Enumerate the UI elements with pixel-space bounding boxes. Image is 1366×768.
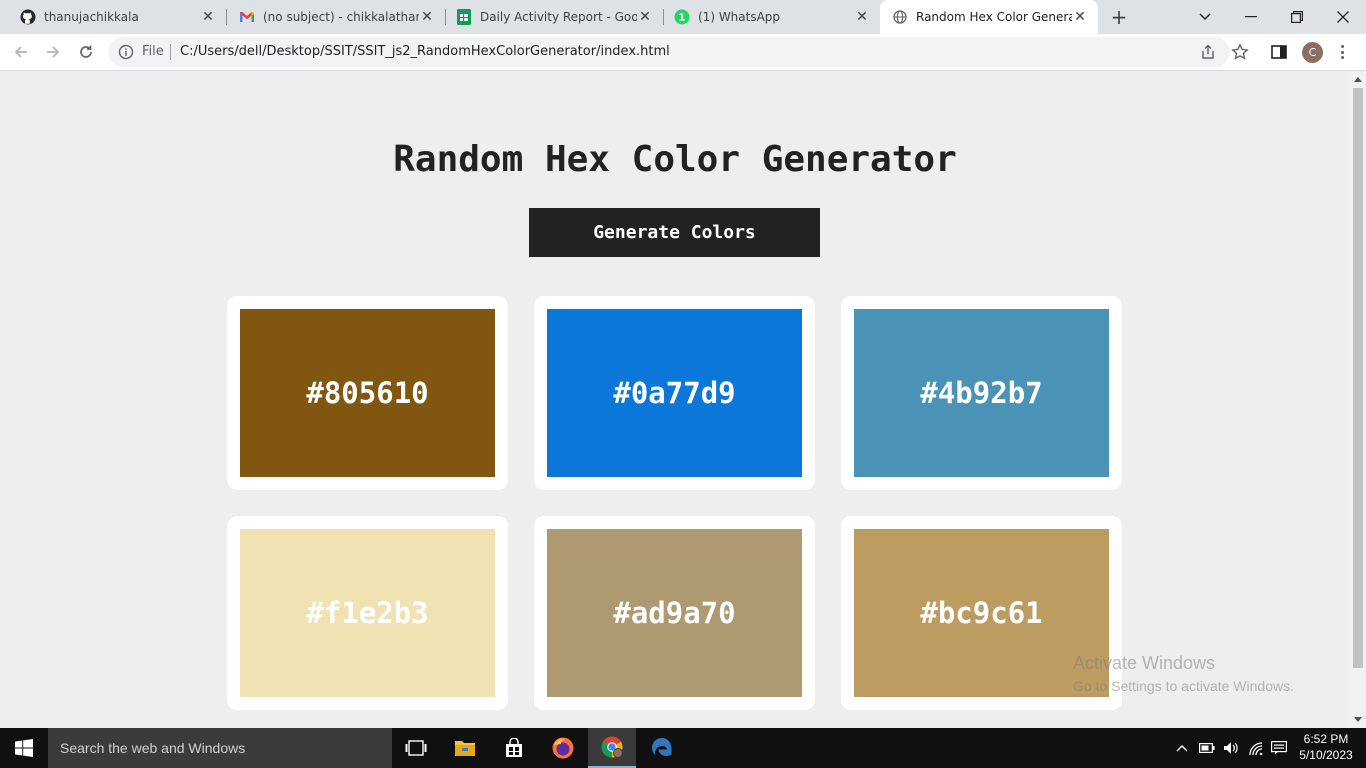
color-card: #0a77d9 <box>534 296 815 490</box>
forward-button[interactable] <box>39 38 67 66</box>
tab-title: Random Hex Color Generator <box>916 10 1072 24</box>
tab-close-icon[interactable]: ✕ <box>637 9 653 25</box>
tab-github[interactable]: thanujachikkala ✕ <box>0 0 226 34</box>
hex-code-label: #bc9c61 <box>920 596 1043 630</box>
reload-icon <box>80 45 92 58</box>
vertical-scrollbar[interactable] <box>1350 71 1366 728</box>
tab-strip: thanujachikkala ✕ (no subject) - chikkal… <box>0 0 1366 34</box>
color-swatch[interactable]: #f1e2b3 <box>240 529 495 697</box>
tab-close-icon[interactable]: ✕ <box>419 9 435 25</box>
arrow-right-icon <box>47 46 60 58</box>
clock-date: 5/10/2023 <box>1299 748 1353 762</box>
tab-title: Daily Activity Report - Google <box>480 10 637 24</box>
taskbar-search-box[interactable]: Search the web and Windows <box>48 728 392 768</box>
color-swatch[interactable]: #ad9a70 <box>547 529 802 697</box>
gmail-icon <box>239 9 255 25</box>
profile-avatar[interactable]: C <box>1302 42 1323 63</box>
firefox-icon <box>552 737 574 759</box>
bookmark-star-icon[interactable] <box>1231 43 1249 61</box>
minimize-icon <box>1245 16 1257 18</box>
url-text[interactable]: C:/Users/dell/Desktop/SSIT/SSIT_js2_Rand… <box>180 44 670 59</box>
tab-title: thanujachikkala <box>44 10 139 24</box>
hex-code-label: #ad9a70 <box>613 596 736 630</box>
info-icon[interactable] <box>118 44 134 60</box>
hex-code-label: #f1e2b3 <box>306 596 429 630</box>
task-view-button[interactable] <box>392 728 440 768</box>
restore-button[interactable] <box>1274 0 1320 34</box>
restore-icon <box>1291 11 1303 23</box>
chevron-down-icon <box>1199 13 1211 21</box>
taskbar-clock[interactable]: 6:52 PM 5/10/2023 <box>1292 731 1360 763</box>
start-button[interactable] <box>0 728 48 768</box>
tab-gmail[interactable]: (no subject) - chikkalathanuja ✕ <box>227 0 445 34</box>
windows-logo-icon <box>15 739 33 757</box>
watermark-subtitle: Go to Settings to activate Windows. <box>1073 678 1294 694</box>
chrome-button[interactable] <box>588 728 636 768</box>
color-card: #f1e2b3 <box>227 516 508 710</box>
tab-sheets[interactable]: Daily Activity Report - Google ✕ <box>446 0 663 34</box>
store-bag-icon <box>506 738 522 757</box>
hex-code-label: #805610 <box>306 376 429 410</box>
color-card: #ad9a70 <box>534 516 815 710</box>
chevron-up-icon[interactable] <box>1174 740 1190 756</box>
color-card: #4b92b7 <box>841 296 1122 490</box>
color-swatch[interactable]: #805610 <box>240 309 495 477</box>
scroll-up-arrow-icon[interactable] <box>1354 77 1362 82</box>
more-menu-icon[interactable] <box>1336 43 1348 61</box>
tab-close-icon[interactable]: ✕ <box>1072 9 1088 25</box>
file-explorer-button[interactable] <box>441 728 489 768</box>
edge-icon <box>652 738 672 756</box>
hex-code-label: #4b92b7 <box>920 376 1043 410</box>
tab-title: (no subject) - chikkalathanuja <box>263 10 419 24</box>
scheme-label: File <box>142 44 164 59</box>
share-icon[interactable] <box>1200 44 1216 60</box>
color-swatch[interactable]: #4b92b7 <box>854 309 1109 477</box>
tab-close-icon[interactable]: ✕ <box>854 9 870 25</box>
new-tab-button[interactable]: + <box>1108 5 1130 29</box>
tab-close-icon[interactable]: ✕ <box>200 9 216 25</box>
store-button[interactable] <box>490 728 538 768</box>
whatsapp-icon: 1 <box>674 9 690 25</box>
color-swatch[interactable]: #0a77d9 <box>547 309 802 477</box>
hex-code-label: #0a77d9 <box>613 376 736 410</box>
tab-search-button[interactable] <box>1182 0 1228 34</box>
scroll-down-arrow-icon[interactable] <box>1354 717 1362 722</box>
task-view-icon <box>405 740 427 756</box>
clock-time: 6:52 PM <box>1303 732 1349 746</box>
tab-whatsapp[interactable]: 1 (1) WhatsApp ✕ <box>664 0 880 34</box>
chrome-icon <box>601 736 623 758</box>
back-button[interactable] <box>7 38 35 66</box>
watermark-title: Activate Windows <box>1073 653 1216 673</box>
sheets-icon <box>456 9 472 25</box>
tab-title: (1) WhatsApp <box>698 10 781 24</box>
minimize-button[interactable] <box>1228 0 1274 34</box>
folder-icon <box>455 741 475 756</box>
page-viewport: Random Hex Color Generator Generate Colo… <box>0 71 1350 728</box>
generate-colors-button[interactable]: Generate Colors <box>529 208 820 257</box>
reload-button[interactable] <box>72 38 100 66</box>
close-icon <box>1337 11 1349 23</box>
activate-windows-watermark: Activate Windows Go to Settings to activ… <box>1073 653 1294 694</box>
volume-icon[interactable] <box>1223 740 1239 756</box>
omnibox-divider <box>170 44 171 60</box>
notification-icon[interactable] <box>1271 740 1287 756</box>
scrollbar-thumb[interactable] <box>1353 88 1363 668</box>
browser-toolbar: File C:/Users/dell/Desktop/SSIT/SSIT_js2… <box>0 34 1366 71</box>
windows-taskbar: Search the web and Windows 6:52 PM 5/10/… <box>0 728 1366 768</box>
color-card: #805610 <box>227 296 508 490</box>
wifi-icon[interactable] <box>1248 740 1264 756</box>
firefox-button[interactable] <box>539 728 587 768</box>
github-icon <box>20 9 36 25</box>
edge-button[interactable] <box>638 728 686 768</box>
color-swatch[interactable]: #bc9c61 <box>854 529 1109 697</box>
side-panel-icon[interactable] <box>1270 43 1288 61</box>
arrow-left-icon <box>14 46 27 58</box>
address-bar[interactable]: File C:/Users/dell/Desktop/SSIT/SSIT_js2… <box>108 37 1230 67</box>
page-title: Random Hex Color Generator <box>393 139 957 180</box>
tab-random-hex-color-generator[interactable]: Random Hex Color Generator ✕ <box>880 0 1098 34</box>
close-window-button[interactable] <box>1320 0 1366 34</box>
globe-icon <box>892 9 908 25</box>
battery-icon[interactable] <box>1199 740 1215 756</box>
svg-text:1: 1 <box>679 13 686 24</box>
